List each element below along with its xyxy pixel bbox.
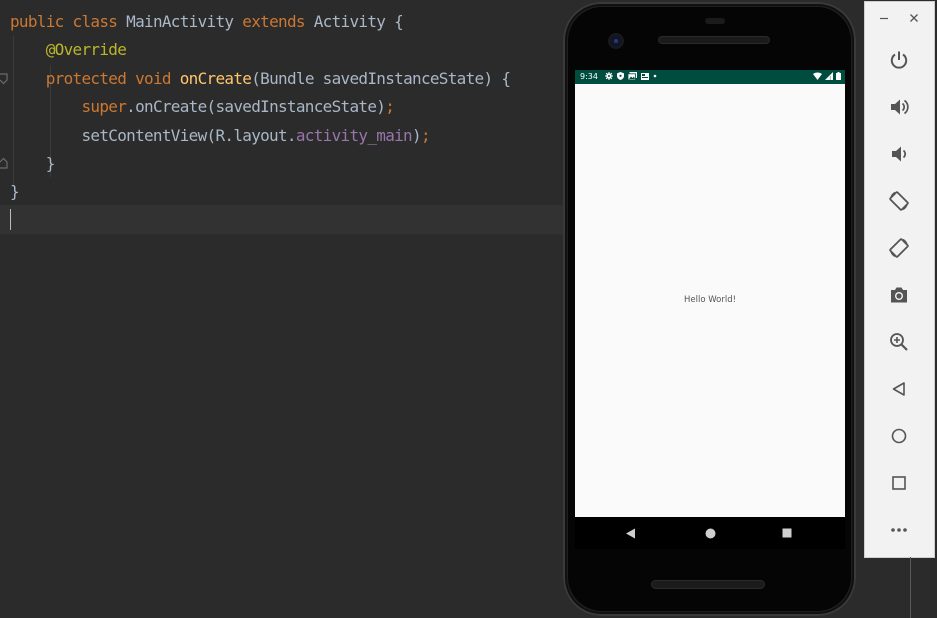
code-line: setContentView(R.layout.activity_main); [10,122,430,150]
code-token: onCreate [179,68,252,88]
code-token: .onCreate(savedInstanceState) [126,97,386,117]
power-icon[interactable] [886,47,912,73]
dot-icon [653,74,657,78]
code-token: @Override [45,40,127,60]
emulator-toolbar [865,2,934,557]
gallery-icon [628,72,637,80]
window-divider [910,557,911,618]
front-camera-icon [610,35,622,47]
code-token: ; [385,97,395,117]
code-token: void [135,68,180,88]
fold-start-icon[interactable] [0,73,8,85]
device-nav-bar [575,517,845,549]
code-line: public class MainActivity extends Activi… [10,8,404,36]
card-icon [641,72,649,80]
code-line: @Override [10,36,127,64]
text-caret [10,209,11,230]
volume-up-icon[interactable] [886,94,912,120]
close-icon[interactable] [908,12,920,24]
code-token: Activity { [313,12,404,31]
more-icon[interactable] [886,517,912,543]
zoom-icon[interactable] [886,329,912,355]
camera-icon[interactable] [886,282,912,308]
earpiece-sensor [705,18,725,24]
code-token: MainActivity [126,12,243,31]
code-token: protected [45,68,136,88]
code-token: setContentView(R.layout. [81,125,296,145]
bottom-speaker [652,581,764,588]
rotate-left-icon[interactable] [886,188,912,214]
top-speaker [659,37,769,43]
code-token: } [10,154,56,173]
status-bar: 9:34 [575,70,845,84]
home-icon[interactable] [703,526,717,540]
code-token: ; [420,125,431,145]
volume-down-icon[interactable] [886,141,912,167]
back-icon[interactable] [886,376,912,402]
code-token: class [72,12,127,31]
hello-world-text: Hello World! [683,295,736,305]
battery-icon [836,72,841,80]
code-token: (Bundle savedInstanceState) { [251,68,511,88]
gear-icon [605,72,613,80]
status-time: 9:34 [580,72,598,81]
home-icon[interactable] [886,423,912,449]
code-line: protected void onCreate(Bundle savedInst… [10,65,511,93]
code-line: super.onCreate(savedInstanceState); [10,93,394,121]
code-editor[interactable]: public class MainActivity extends Activi… [0,0,565,618]
wifi-icon [813,72,822,80]
device-screen[interactable]: 9:34 Hello World! [575,70,845,517]
code-line: } [10,150,56,178]
code-token: public [10,12,73,31]
code-line: } [10,178,20,206]
shield-icon [617,72,624,80]
overview-icon[interactable] [886,470,912,496]
code-token: activity_main [295,125,413,145]
code-token: extends [242,12,314,31]
signal-icon [825,72,833,80]
code-token: } [10,182,20,202]
rotate-right-icon[interactable] [886,235,912,261]
minimize-icon[interactable] [878,12,890,24]
recents-icon[interactable] [780,526,794,540]
current-line-highlight [0,205,565,234]
back-icon[interactable] [623,526,637,540]
code-token: super [81,97,127,117]
fold-end-icon[interactable] [0,157,8,169]
code-token: ) [412,125,422,145]
